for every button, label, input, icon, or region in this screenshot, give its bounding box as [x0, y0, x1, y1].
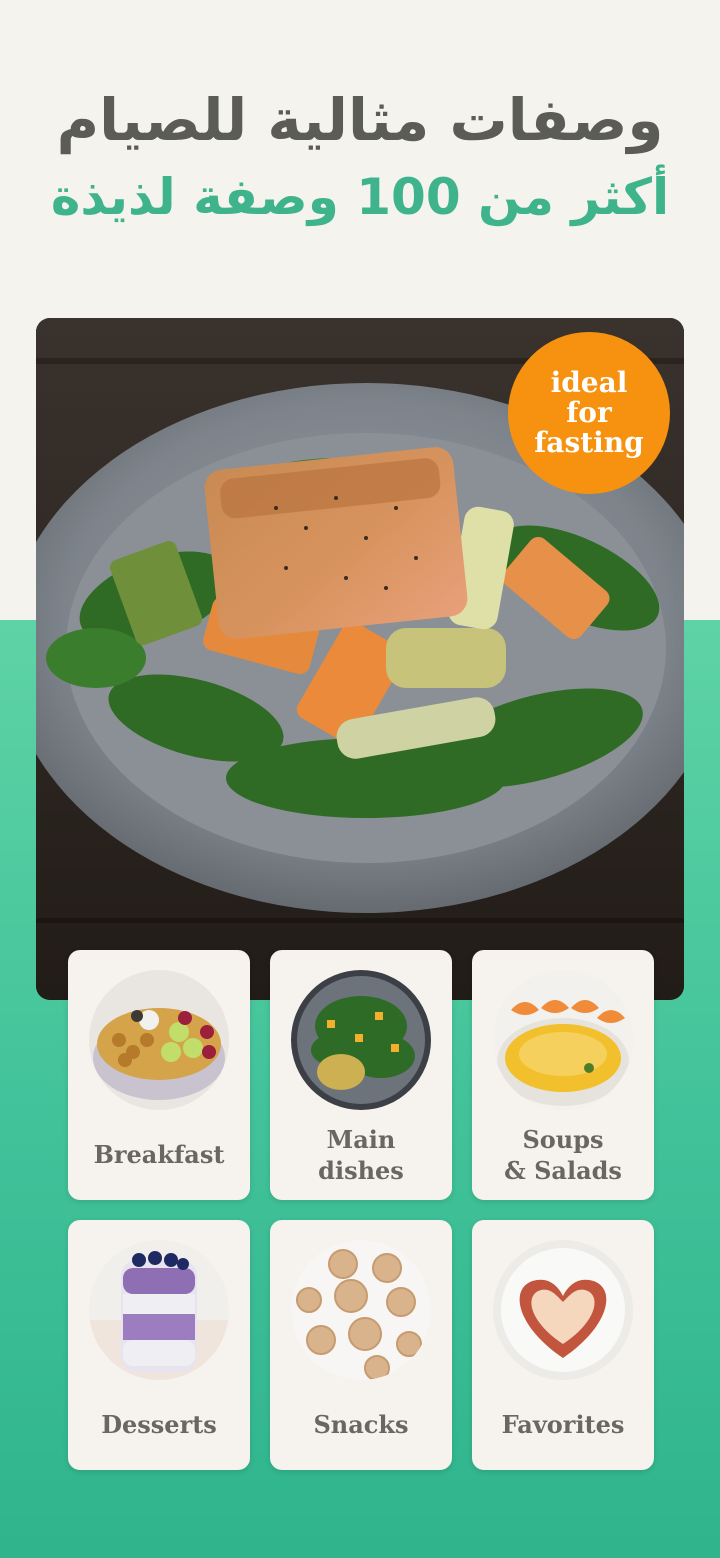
- category-card-main-dishes[interactable]: Main dishes: [270, 950, 452, 1200]
- headline: وصفات مثالية للصيام أكثر من 100 وصفة لذي…: [0, 80, 720, 234]
- category-grid: Breakfast Main dishes Soups & Salads Des…: [68, 950, 654, 1470]
- badge-line-1: ideal: [550, 366, 628, 399]
- category-card-desserts[interactable]: Desserts: [68, 1220, 250, 1470]
- ideal-for-fasting-badge: ideal for fasting: [508, 332, 670, 494]
- category-label-line-1: Breakfast: [93, 1140, 225, 1169]
- category-card-soups-salads[interactable]: Soups & Salads: [472, 950, 654, 1200]
- badge-line-2: for: [566, 396, 612, 429]
- category-label-line-1: Desserts: [101, 1410, 217, 1439]
- category-label-line-1: Main: [326, 1125, 396, 1154]
- category-label-line-2: & Salads: [504, 1156, 622, 1185]
- badge-line-3: fasting: [534, 426, 644, 459]
- shrimp-soup-image: [493, 970, 633, 1110]
- category-card-favorites[interactable]: Favorites: [472, 1220, 654, 1470]
- category-label-line-2: dishes: [318, 1156, 404, 1185]
- category-label-line-1: Snacks: [313, 1410, 409, 1439]
- heart-pancake-image: [493, 1240, 633, 1380]
- granola-bowl-image: [89, 970, 229, 1110]
- category-label-line-1: Soups: [522, 1125, 604, 1154]
- category-card-snacks[interactable]: Snacks: [270, 1220, 452, 1470]
- headline-title: وصفات مثالية للصيام: [56, 86, 664, 154]
- energy-balls-image: [291, 1240, 431, 1380]
- headline-subtitle: أكثر من 100 وصفة لذيذة: [50, 168, 670, 226]
- spinach-plate-image: [291, 970, 431, 1110]
- category-label-line-1: Favorites: [501, 1410, 625, 1439]
- category-card-breakfast[interactable]: Breakfast: [68, 950, 250, 1200]
- chia-pudding-image: [89, 1240, 229, 1380]
